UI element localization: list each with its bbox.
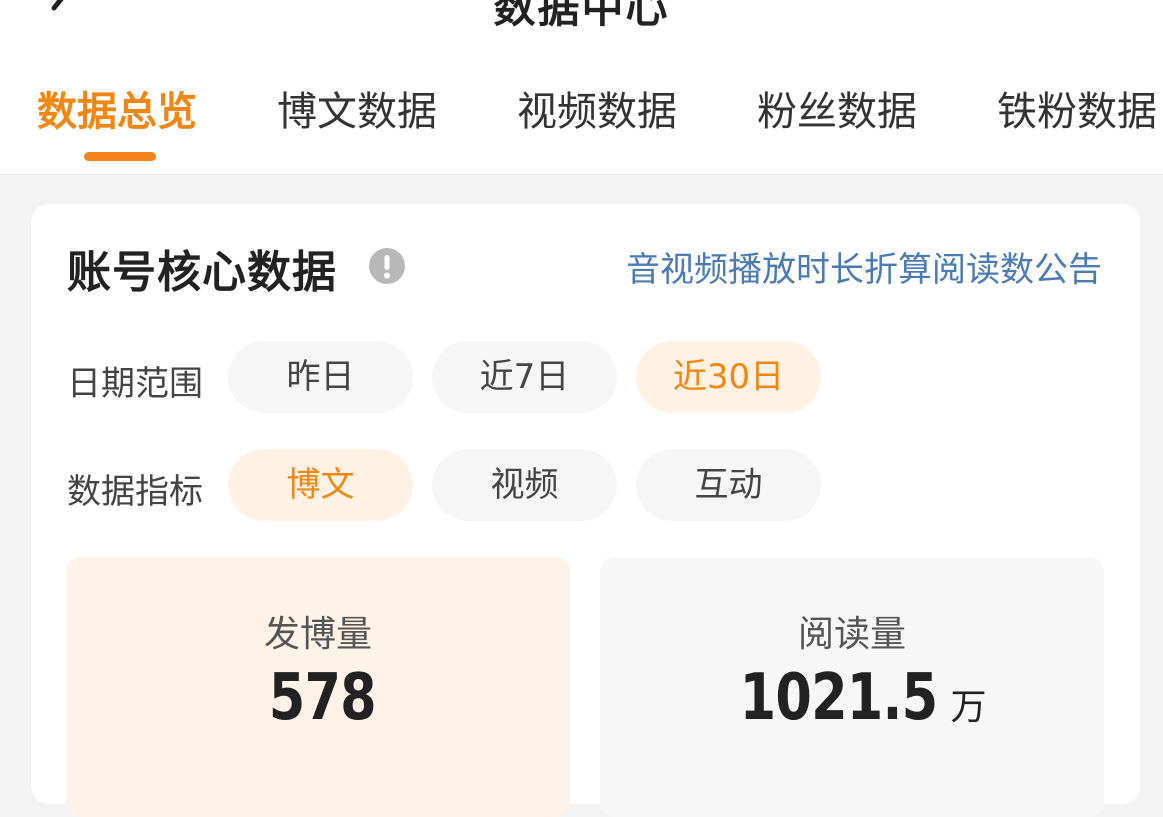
- card-title: 账号核心数据: [67, 247, 337, 298]
- tab-overview[interactable]: 数据总览: [37, 82, 197, 142]
- stat-posts-count[interactable]: 发博量 578: [66, 557, 570, 817]
- tab-posts[interactable]: 博文数据: [277, 82, 437, 142]
- stat-value: 578: [66, 661, 570, 735]
- tab-videos[interactable]: 视频数据: [517, 82, 677, 142]
- metric-option-videos[interactable]: 视频: [432, 449, 617, 521]
- exclamation-circle-icon[interactable]: [369, 248, 405, 284]
- tab-fans[interactable]: 粉丝数据: [757, 82, 917, 142]
- notice-link[interactable]: 音视频播放时长折算阅读数公告: [626, 242, 1102, 291]
- top-bar: 数据中心 数据总览 博文数据 视频数据 粉丝数据 铁粉数据: [0, 0, 1163, 175]
- stat-label: 阅读量: [797, 614, 906, 655]
- date-option-yesterday[interactable]: 昨日: [228, 341, 413, 413]
- stat-read-count[interactable]: 阅读量 1021.5 万: [600, 557, 1104, 817]
- date-range-label: 日期范围: [67, 364, 203, 404]
- core-data-card: 账号核心数据 音视频播放时长折算阅读数公告 日期范围 昨日 近7日 近30日 数…: [31, 204, 1140, 817]
- stat-unit: 万: [950, 687, 987, 728]
- metric-option-interactions[interactable]: 互动: [636, 449, 821, 521]
- metric-option-posts[interactable]: 博文: [228, 449, 413, 521]
- tab-iron-fans[interactable]: 铁粉数据: [997, 82, 1157, 142]
- active-tab-indicator: [84, 152, 156, 161]
- stat-label: 发博量: [263, 614, 372, 655]
- stat-number: 1021.5: [739, 661, 937, 735]
- date-option-7-days[interactable]: 近7日: [432, 341, 617, 413]
- tab-bar: 数据总览 博文数据 视频数据 粉丝数据 铁粉数据: [0, 82, 1163, 142]
- stat-number: 578: [268, 661, 376, 735]
- metric-label: 数据指标: [67, 472, 203, 512]
- date-option-30-days[interactable]: 近30日: [636, 341, 821, 413]
- stat-value: 1021.5 万: [600, 661, 1104, 735]
- page-title: 数据中心: [493, 0, 670, 32]
